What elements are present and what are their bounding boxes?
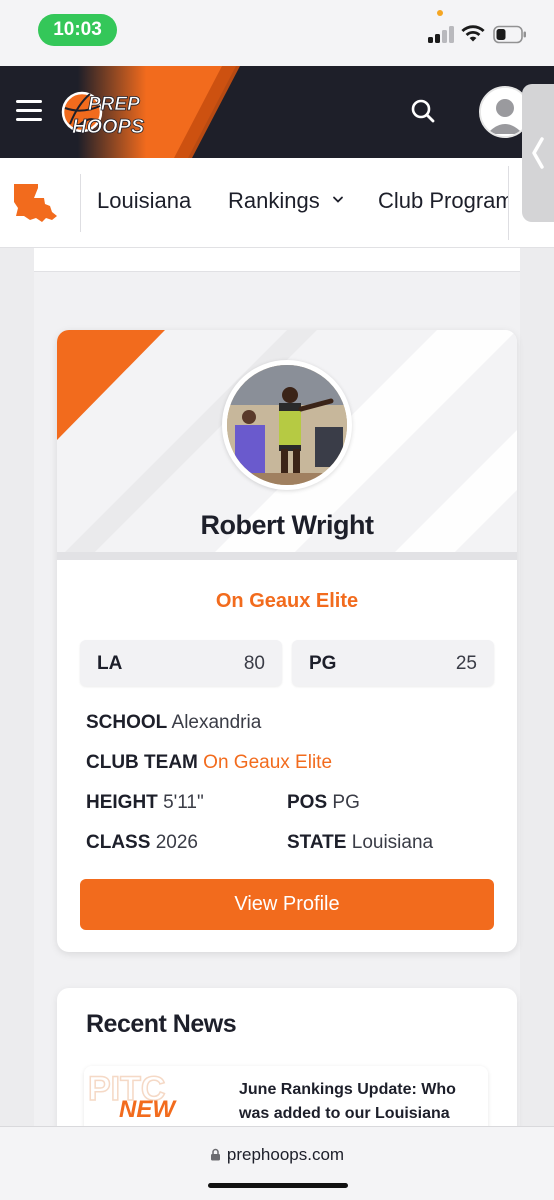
nav-item-louisiana[interactable]: Louisiana xyxy=(97,188,191,214)
recent-news-title: Recent News xyxy=(86,1010,237,1038)
status-bar: 10:03 xyxy=(0,0,554,66)
state-label: STATE xyxy=(287,832,347,853)
height-value: 5'11" xyxy=(163,792,204,813)
player-card: Robert Wright On Geaux Elite LA 80 PG 25… xyxy=(57,330,517,952)
louisiana-state-icon[interactable] xyxy=(12,182,58,224)
browser-url-bar: prephoops.com xyxy=(0,1126,554,1200)
wifi-icon xyxy=(461,25,485,42)
view-profile-button[interactable]: View Profile xyxy=(80,879,494,930)
nav-item-rankings-label: Rankings xyxy=(228,188,320,213)
state-value: Louisiana xyxy=(351,832,434,853)
url-text: prephoops.com xyxy=(226,1145,345,1164)
player-photo-image xyxy=(227,365,347,485)
club-team-row: CLUB TEAM On Geaux Elite xyxy=(86,752,332,774)
status-time: 10:03 xyxy=(38,14,117,46)
lock-icon xyxy=(210,1148,220,1161)
class-row: CLASS 2026 xyxy=(86,832,198,854)
state-navigation: Louisiana Rankings Club Program xyxy=(0,158,554,248)
state-rank-value: 80 xyxy=(243,653,265,674)
chevron-left-icon xyxy=(532,137,544,169)
news-thumbnail-label: NEW xyxy=(119,1096,175,1123)
nav-item-club-programs[interactable]: Club Program xyxy=(378,188,508,214)
privacy-indicator-dot xyxy=(437,10,443,16)
club-team-link[interactable]: On Geaux Elite xyxy=(203,752,332,773)
cellular-signal-icon xyxy=(428,26,454,43)
height-row: HEIGHT 5'11" xyxy=(86,792,204,814)
player-card-header: Robert Wright xyxy=(57,330,517,560)
url-display[interactable]: prephoops.com xyxy=(0,1145,554,1165)
logo-text-hoops: HOOPS xyxy=(72,116,145,138)
site-header: PREP HOOPS xyxy=(0,66,554,158)
side-drawer-tab[interactable] xyxy=(522,84,554,222)
player-name: Robert Wright xyxy=(200,510,374,540)
battery-icon xyxy=(493,25,526,44)
logo-text-prep: PREP xyxy=(88,94,140,115)
state-row: STATE Louisiana xyxy=(287,832,433,854)
menu-icon[interactable] xyxy=(16,100,42,122)
prep-hoops-logo[interactable]: PREP HOOPS xyxy=(60,84,176,140)
position-label: POS xyxy=(287,792,328,813)
nav-divider-right xyxy=(508,166,509,240)
position-rank-box: PG 25 xyxy=(292,640,494,686)
club-team-label: CLUB TEAM xyxy=(86,752,198,773)
position-rank-value: 25 xyxy=(455,653,477,674)
school-row: SCHOOL Alexandria xyxy=(86,712,261,734)
nav-item-rankings[interactable]: Rankings xyxy=(228,188,344,214)
position-row: POS PG xyxy=(287,792,360,814)
school-value: Alexandria xyxy=(171,712,262,733)
class-label: CLASS xyxy=(86,832,151,853)
nav-divider xyxy=(80,174,81,232)
player-team[interactable]: On Geaux Elite xyxy=(57,590,517,613)
school-label: SCHOOL xyxy=(86,712,168,733)
position-rank-label: PG xyxy=(309,653,337,674)
state-rank-box: LA 80 xyxy=(80,640,282,686)
home-indicator xyxy=(208,1183,348,1188)
chevron-down-icon xyxy=(332,196,343,203)
previous-card-bottom xyxy=(34,248,520,272)
player-photo xyxy=(222,360,352,490)
height-label: HEIGHT xyxy=(86,792,158,813)
search-icon[interactable] xyxy=(408,96,438,126)
state-rank-label: LA xyxy=(97,653,123,674)
class-value: 2026 xyxy=(155,832,198,853)
news-headline[interactable]: June Rankings Update: Who was added to o… xyxy=(239,1078,479,1126)
position-value: PG xyxy=(332,792,360,813)
